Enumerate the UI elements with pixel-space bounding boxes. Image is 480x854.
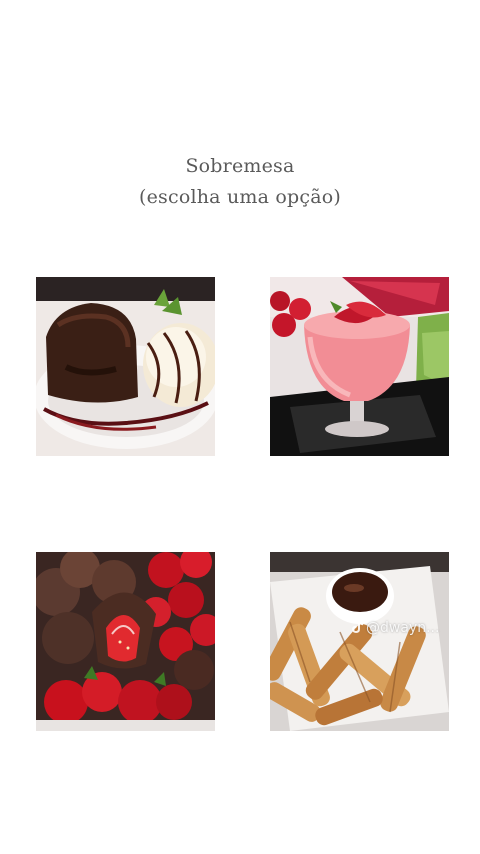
chocolate-lava-cake-image [36,277,215,456]
page-title: Sobremesa [185,155,295,177]
chocolate-strawberries-image [36,552,215,731]
tiktok-icon [352,620,363,633]
dessert-option-churros[interactable] [270,552,449,731]
watermark-handle: @dwayn... [366,620,440,636]
tiktok-watermark: @dwayn... [352,620,439,636]
churros-image [270,552,449,731]
dessert-option-chocolate-strawberries[interactable] [36,552,215,731]
page-subtitle: (escolha uma opção) [138,186,341,208]
strawberry-mousse-image [270,277,449,456]
dessert-option-lava-cake[interactable] [36,277,215,456]
dessert-option-strawberry-mousse[interactable] [270,277,449,456]
